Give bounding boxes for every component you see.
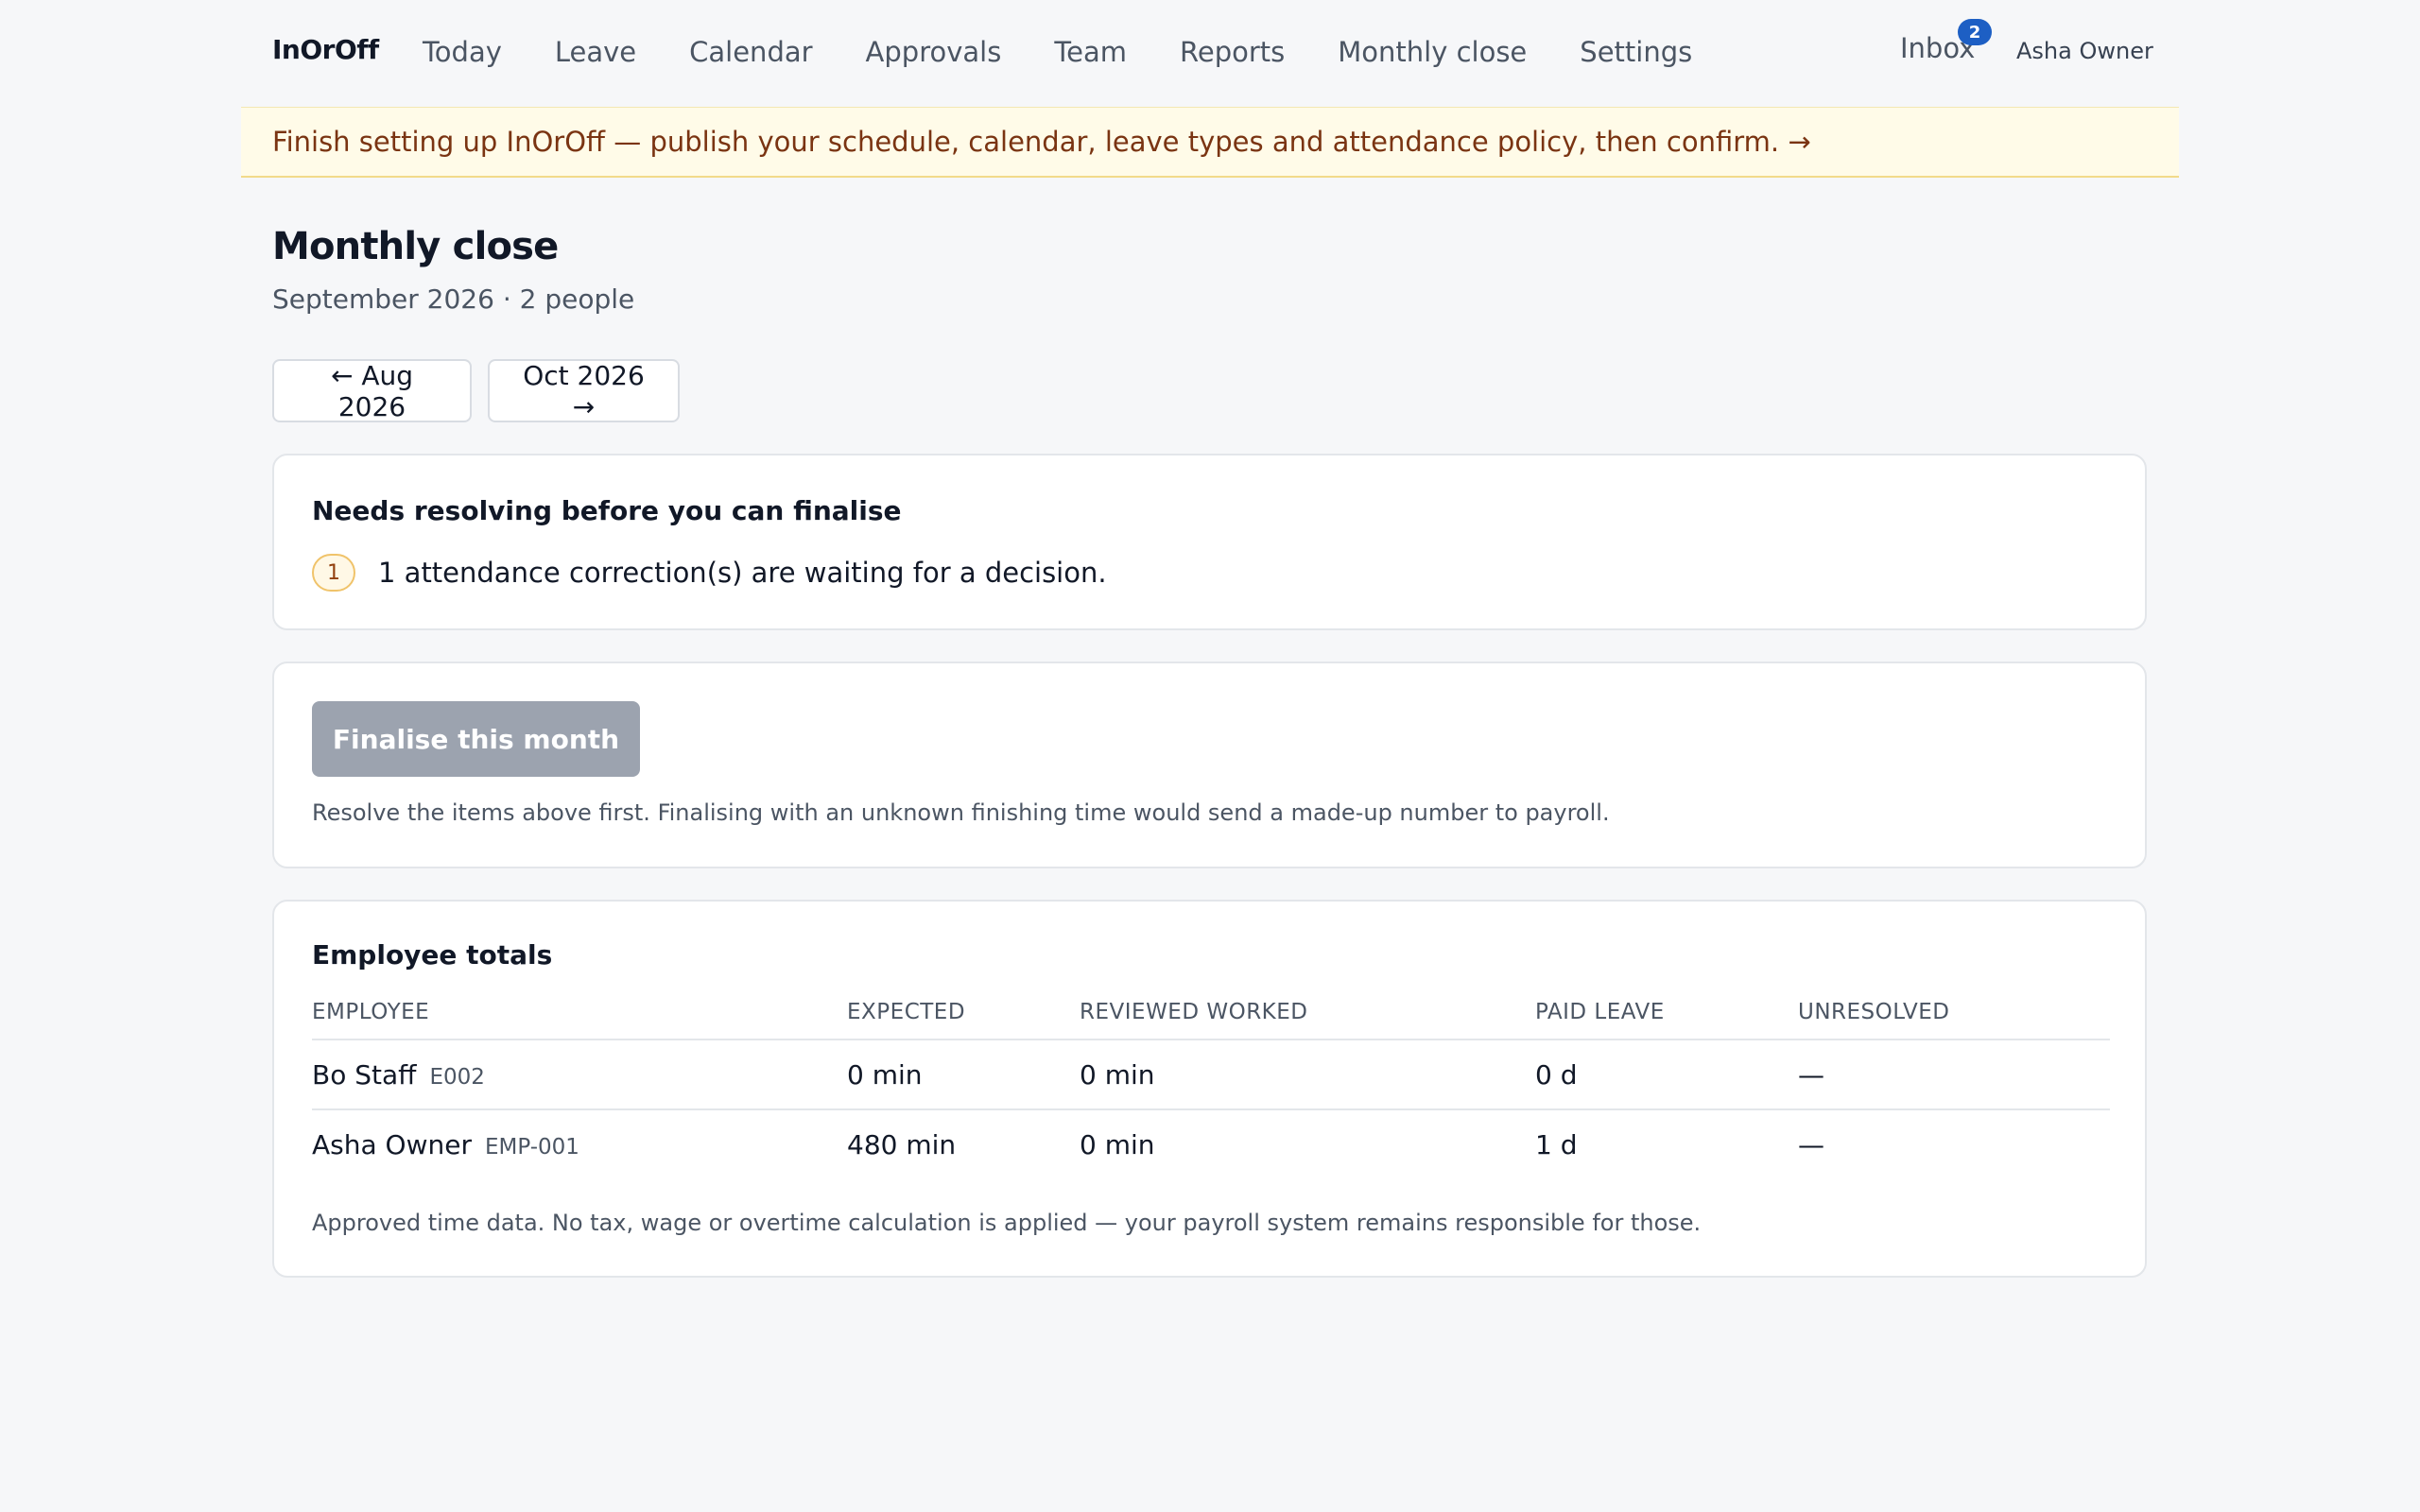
- issue-count-badge: 1: [312, 554, 355, 592]
- nav-item-team[interactable]: Team: [1054, 36, 1127, 68]
- page-subtitle: September 2026 · 2 people: [272, 284, 635, 315]
- unresolved-cell: —: [1798, 1129, 1824, 1160]
- prev-month-button[interactable]: ← Aug 2026: [272, 359, 472, 422]
- employee-cell: Bo Staff E002: [312, 1040, 847, 1110]
- inbox-count-badge: 2: [1958, 19, 1992, 45]
- issues-title: Needs resolving before you can finalise: [312, 495, 902, 526]
- paid-leave-cell: 0 d: [1535, 1040, 1798, 1110]
- expected-cell: 480 min: [847, 1129, 957, 1160]
- totals-footnote: Approved time data. No tax, wage or over…: [312, 1210, 1702, 1236]
- top-navigation: InOrOff Today Leave Calendar Approvals T…: [241, 0, 2179, 107]
- employee-id: E002: [429, 1064, 485, 1090]
- nav-item-approvals[interactable]: Approvals: [866, 36, 1002, 68]
- column-header-reviewed-worked: REVIEWED WORKED: [1080, 994, 1535, 1040]
- employee-name: Asha Owner: [312, 1129, 472, 1160]
- expected-cell: 0 min: [847, 1040, 1080, 1110]
- issue-text: 1 attendance correction(s) are waiting f…: [378, 557, 1107, 589]
- nav-item-settings[interactable]: Settings: [1580, 36, 1692, 68]
- nav-item-monthly-close[interactable]: Monthly close: [1338, 36, 1527, 68]
- nav-item-reports[interactable]: Reports: [1180, 36, 1285, 68]
- setup-banner-text: Finish setting up InOrOff — publish your…: [272, 126, 1811, 158]
- employee-totals-title: Employee totals: [312, 939, 553, 971]
- finalise-note: Resolve the items above first. Finalisin…: [312, 799, 1610, 826]
- app-shell: InOrOff Today Leave Calendar Approvals T…: [241, 0, 2179, 1278]
- employee-id: EMP-001: [484, 1135, 579, 1160]
- nav-items: Today Leave Calendar Approvals Team Repo…: [423, 36, 1745, 68]
- finalise-month-button[interactable]: Finalise this month: [312, 701, 640, 777]
- column-header-expected: EXPECTED: [847, 994, 1080, 1040]
- paid-leave-cell: 1 d: [1535, 1129, 1578, 1160]
- reviewed-worked-cell: 0 min: [1080, 1040, 1535, 1110]
- unresolved-cell: —: [1798, 1040, 2110, 1110]
- employee-totals-card: Employee totals EMPLOYEE EXPECTED REVIEW…: [272, 900, 2147, 1278]
- issues-card: Needs resolving before you can finalise …: [272, 454, 2147, 630]
- column-header-paid-leave: PAID LEAVE: [1535, 994, 1798, 1040]
- brand-logo[interactable]: InOrOff: [272, 34, 379, 65]
- next-month-button[interactable]: Oct 2026 →: [488, 359, 680, 422]
- employee-cell: Asha Owner EMP-001: [312, 1109, 847, 1179]
- reviewed-worked-cell: 0 min: [1080, 1129, 1155, 1160]
- setup-banner[interactable]: Finish setting up InOrOff — publish your…: [241, 107, 2179, 178]
- table-row: Bo Staff E002 0 min 0 min 0 d —: [312, 1040, 2110, 1110]
- column-header-employee: EMPLOYEE: [312, 994, 847, 1040]
- user-menu[interactable]: Asha Owner: [2016, 38, 2153, 64]
- page-title: Monthly close: [272, 225, 559, 268]
- table-header-row: EMPLOYEE EXPECTED REVIEWED WORKED PAID L…: [312, 994, 2110, 1040]
- column-header-unresolved: UNRESOLVED: [1798, 994, 2110, 1040]
- nav-item-calendar[interactable]: Calendar: [689, 36, 812, 68]
- employee-name: Bo Staff: [312, 1058, 417, 1091]
- nav-item-leave[interactable]: Leave: [555, 36, 636, 68]
- nav-item-today[interactable]: Today: [423, 36, 502, 68]
- table-row: Asha Owner EMP-001 480 min 0 min 1 d —: [312, 1109, 2110, 1179]
- employee-totals-table: EMPLOYEE EXPECTED REVIEWED WORKED PAID L…: [312, 994, 2110, 1179]
- finalise-card: Finalise this month Resolve the items ab…: [272, 662, 2147, 868]
- inbox-link[interactable]: Inbox 2: [1900, 19, 1992, 64]
